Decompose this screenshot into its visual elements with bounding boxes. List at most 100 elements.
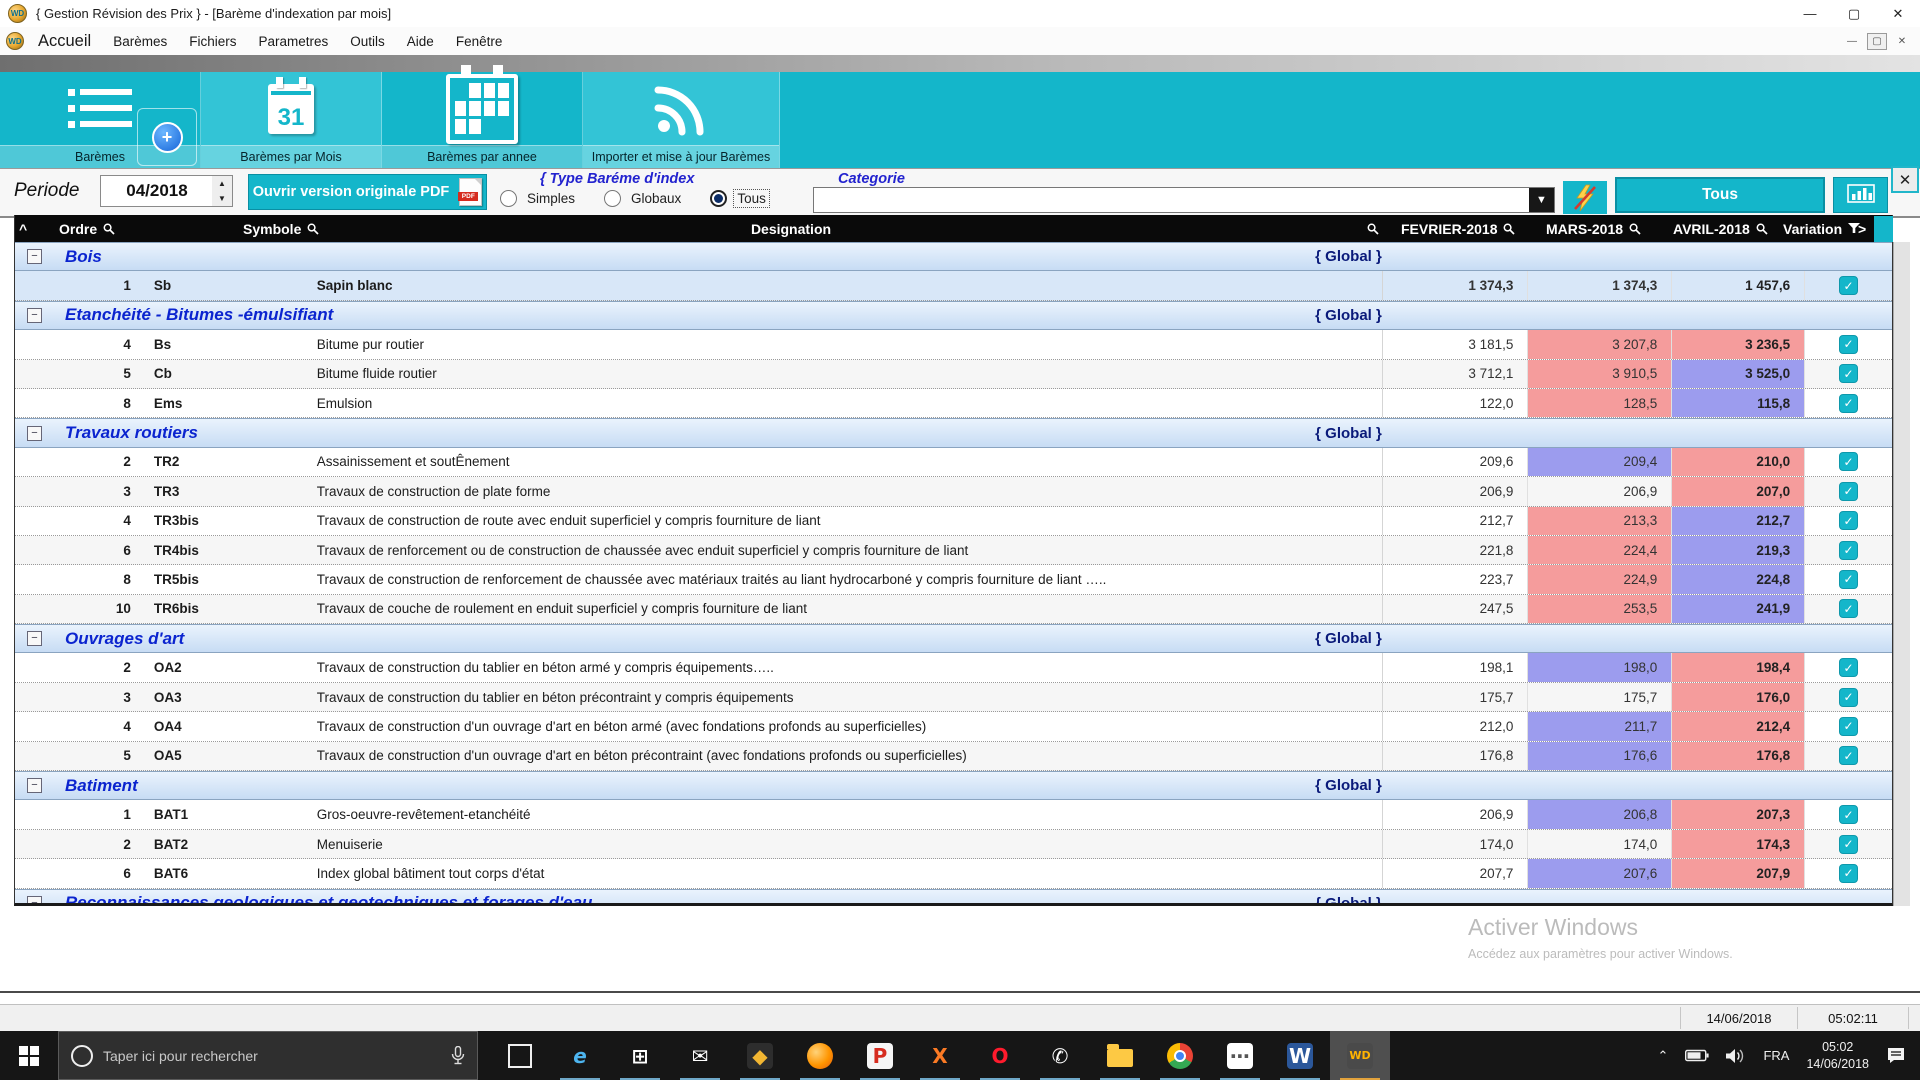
table-row-bat2[interactable]: 2 BAT2 Menuiserie 174,0 174,0 174,3 ✓ — [15, 830, 1892, 859]
close-button[interactable]: ✕ — [1876, 0, 1920, 27]
collapse-icon[interactable]: − — [27, 249, 42, 264]
sort-indicator[interactable]: ^ — [19, 215, 27, 242]
minimize-button[interactable]: — — [1788, 0, 1832, 27]
variation-checkbox[interactable]: ✓ — [1839, 335, 1858, 354]
table-row-bat6[interactable]: 6 BAT6 Index global bâtiment tout corps … — [15, 859, 1892, 888]
spin-down-icon[interactable]: ▼ — [212, 191, 232, 206]
start-button[interactable] — [0, 1031, 58, 1080]
variation-checkbox[interactable]: ✓ — [1839, 570, 1858, 589]
table-row-cb[interactable]: 5 Cb Bitume fluide routier 3 712,1 3 910… — [15, 360, 1892, 389]
dropdown-arrow-icon[interactable]: ▼ — [1529, 188, 1554, 212]
mdi-close-button[interactable]: ✕ — [1892, 33, 1912, 50]
search-icon[interactable] — [1629, 223, 1641, 235]
scroll-right-icon[interactable]: > — [1858, 215, 1866, 242]
taskbar-word-icon[interactable]: W — [1270, 1031, 1330, 1080]
table-row-oa4[interactable]: 4 OA4 Travaux de construction d'un ouvra… — [15, 712, 1892, 741]
mdi-minimize-button[interactable]: — — [1842, 33, 1862, 50]
tray-clock[interactable]: 05:02 14/06/2018 — [1806, 1039, 1869, 1073]
menu-item-parametres[interactable]: Parametres — [259, 34, 329, 49]
language-indicator[interactable]: FRA — [1763, 1048, 1789, 1063]
taskbar-firefox-icon[interactable] — [790, 1031, 850, 1080]
spin-up-icon[interactable]: ▲ — [212, 176, 232, 191]
battery-icon[interactable] — [1685, 1049, 1709, 1062]
taskbar-edge-icon[interactable]: e — [550, 1031, 610, 1080]
group-row-batiment[interactable]: − Batiment { Global } — [15, 771, 1892, 800]
radio-simples[interactable]: Simples — [500, 190, 578, 207]
table-row-sb[interactable]: 1 Sb Sapin blanc 1 374,3 1 374,3 1 457,6… — [15, 271, 1892, 300]
toolbar-button-baremes-par-mois[interactable]: 31 Barèmes par Mois — [201, 72, 382, 168]
radio-circle-icon[interactable] — [710, 190, 727, 207]
flash-filter-button[interactable] — [1563, 181, 1607, 214]
child-window-close-button[interactable]: ✕ — [1891, 166, 1919, 193]
variation-checkbox[interactable]: ✓ — [1839, 835, 1858, 854]
variation-checkbox[interactable]: ✓ — [1839, 717, 1858, 736]
taskbar-task-view-icon[interactable] — [490, 1031, 550, 1080]
variation-checkbox[interactable]: ✓ — [1839, 746, 1858, 765]
add-bareme-button[interactable]: + — [137, 108, 197, 166]
vertical-scrollbar[interactable] — [1893, 242, 1910, 906]
taskbar-mail-icon[interactable]: ✉ — [670, 1031, 730, 1080]
taskbar-phone-icon[interactable]: ✆ — [1030, 1031, 1090, 1080]
radio-tous[interactable]: Tous — [710, 190, 769, 207]
group-row-etancheite-bitumes-emulsifiant[interactable]: − Etanchéité - Bitumes -émulsifiant { Gl… — [15, 301, 1892, 330]
search-icon[interactable] — [1756, 223, 1768, 235]
menu-item-accueil[interactable]: Accueil — [38, 32, 91, 51]
collapse-icon[interactable]: − — [27, 426, 42, 441]
radio-globaux[interactable]: Globaux — [604, 190, 684, 207]
mdi-restore-button[interactable]: ▢ — [1867, 33, 1887, 50]
periode-spinner[interactable]: ▲▼ — [212, 175, 233, 207]
group-row-travaux-routiers[interactable]: − Travaux routiers { Global } — [15, 418, 1892, 447]
table-row-bs[interactable]: 4 Bs Bitume pur routier 3 181,5 3 207,8 … — [15, 330, 1892, 359]
column-header-avril[interactable]: AVRIL-2018 — [1673, 215, 1768, 242]
notification-icon[interactable] — [1886, 1047, 1906, 1064]
column-header-fevrier[interactable]: FEVRIER-2018 — [1401, 215, 1515, 242]
taskbar-photos-icon[interactable]: ◆ — [730, 1031, 790, 1080]
speaker-icon[interactable] — [1726, 1048, 1746, 1064]
variation-checkbox[interactable]: ✓ — [1839, 511, 1858, 530]
collapse-icon[interactable]: − — [27, 896, 42, 906]
group-row-ouvrages-d-art[interactable]: − Ouvrages d'art { Global } — [15, 624, 1892, 653]
search-icon[interactable] — [1503, 223, 1515, 235]
search-icon[interactable] — [1367, 223, 1379, 235]
categorie-dropdown[interactable]: ▼ — [813, 187, 1555, 213]
column-header-ordre[interactable]: Ordre — [59, 215, 115, 242]
table-row-tr2[interactable]: 2 TR2 Assainissement et soutÊnement 209,… — [15, 448, 1892, 477]
variation-checkbox[interactable]: ✓ — [1839, 864, 1858, 883]
table-row-tr6bis[interactable]: 10 TR6bis Travaux de couche de roulement… — [15, 595, 1892, 624]
designation-search[interactable] — [1367, 215, 1379, 242]
table-row-tr4bis[interactable]: 6 TR4bis Travaux de renforcement ou de c… — [15, 536, 1892, 565]
collapse-icon[interactable]: − — [27, 631, 42, 646]
group-row-reconnaissances-geologiques-et-geotechniques-et-forages-d-eau[interactable]: − Reconnaissances geologiques et geotech… — [15, 889, 1892, 906]
variation-checkbox[interactable]: ✓ — [1839, 658, 1858, 677]
open-pdf-button[interactable]: Ouvrir version originale PDF PDF — [248, 174, 487, 210]
taskbar-xampp-icon[interactable]: X — [910, 1031, 970, 1080]
menu-item-fenetre[interactable]: Fenêtre — [456, 34, 503, 49]
table-row-ems[interactable]: 8 Ems Emulsion 122,0 128,5 115,8 ✓ — [15, 389, 1892, 418]
taskbar-chrome-icon[interactable] — [1150, 1031, 1210, 1080]
periode-input[interactable]: 04/2018 — [100, 175, 214, 207]
tous-filter-button[interactable]: Tous — [1615, 177, 1825, 213]
radio-circle-icon[interactable] — [604, 190, 621, 207]
tray-chevron-icon[interactable]: ⌃ — [1658, 1048, 1669, 1064]
table-row-tr5bis[interactable]: 8 TR5bis Travaux de construction de renf… — [15, 565, 1892, 594]
table-row-tr3bis[interactable]: 4 TR3bis Travaux de construction de rout… — [15, 507, 1892, 536]
menu-item-fichiers[interactable]: Fichiers — [189, 34, 236, 49]
column-header-variation[interactable]: Variation — [1783, 215, 1860, 242]
column-header-mars[interactable]: MARS-2018 — [1546, 215, 1641, 242]
variation-checkbox[interactable]: ✓ — [1839, 452, 1858, 471]
variation-checkbox[interactable]: ✓ — [1839, 688, 1858, 707]
toolbar-button-importer-et-mise-a-jour-baremes[interactable]: Importer et mise à jour Barèmes — [583, 72, 780, 168]
search-icon[interactable] — [307, 223, 319, 235]
menu-item-aide[interactable]: Aide — [407, 34, 434, 49]
table-row-oa5[interactable]: 5 OA5 Travaux de construction d'un ouvra… — [15, 742, 1892, 771]
table-row-bat1[interactable]: 1 BAT1 Gros-oeuvre-revêtement-etanchéité… — [15, 800, 1892, 829]
taskbar-pdf-icon[interactable]: P — [850, 1031, 910, 1080]
table-row-oa3[interactable]: 3 OA3 Travaux de construction du tablier… — [15, 683, 1892, 712]
search-icon[interactable] — [103, 223, 115, 235]
taskbar-explorer-icon[interactable] — [1090, 1031, 1150, 1080]
toolbar-button-baremes[interactable]: + Barèmes — [0, 72, 201, 168]
variation-checkbox[interactable]: ✓ — [1839, 364, 1858, 383]
toolbar-button-baremes-par-annee[interactable]: Barèmes par annee — [382, 72, 583, 168]
column-header-designation[interactable]: Designation — [661, 215, 921, 242]
taskbar-messaging-icon[interactable]: ⋯ — [1210, 1031, 1270, 1080]
